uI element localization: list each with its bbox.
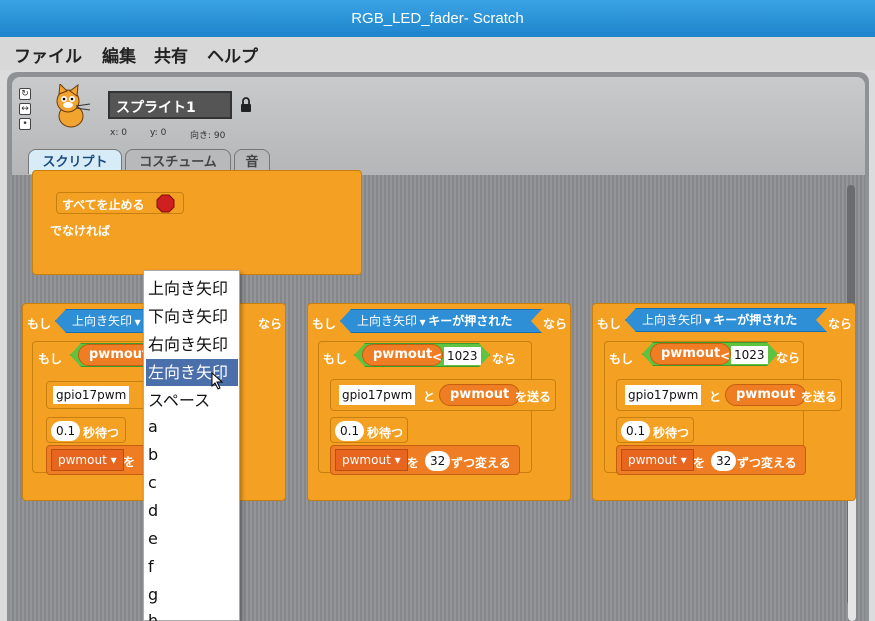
then-label-2: なら: [543, 317, 568, 331]
menu-help[interactable]: ヘルプ: [207, 42, 258, 67]
change-var-block-2[interactable]: pwmout ▾ を 32 ずつ変える: [330, 445, 520, 475]
wait-block-2[interactable]: 0.1 秒待つ: [330, 417, 408, 443]
dropdown-item-g[interactable]: g: [146, 581, 238, 608]
rotate-all-icon[interactable]: ↻: [19, 88, 31, 100]
flip-horizontal-icon[interactable]: ↔: [19, 103, 31, 115]
stop-all-block[interactable]: すべてを止める: [56, 192, 184, 214]
then-label-1: なら: [258, 317, 283, 331]
dropdown-item-b[interactable]: b: [146, 441, 238, 468]
window-title: RGB_LED_fader- Scratch: [0, 0, 875, 37]
broadcast-block-2[interactable]: gpio17pwm と pwmout を送る: [330, 379, 556, 411]
key-dropdown-menu: 上向き矢印 下向き矢印 右向き矢印 左向き矢印 スペース a b c d e f…: [143, 270, 240, 621]
wait-block-3[interactable]: 0.1 秒待つ: [616, 417, 694, 443]
sprite-y: y: 0: [150, 128, 167, 138]
sprite-cat-icon: [56, 84, 91, 128]
dropdown-item-f[interactable]: f: [146, 553, 238, 580]
script-area[interactable]: すべてを止める でなければ もし 上向き矢印 ▼ なら もし pwmout gp…: [10, 170, 865, 621]
menu-file[interactable]: ファイル: [14, 42, 82, 67]
threshold-input-2[interactable]: 1023: [444, 347, 481, 365]
menu-bar: ファイル 編集 共有 ヘルプ: [0, 37, 875, 70]
dropdown-item-down[interactable]: 下向き矢印: [146, 303, 238, 330]
if-label-3: もし: [597, 317, 622, 331]
dropdown-item-space[interactable]: スペース: [146, 387, 238, 414]
change-var-block-1[interactable]: pwmout ▾ を: [46, 445, 156, 475]
var-dropdown-1[interactable]: pwmout ▾: [51, 449, 124, 471]
dropdown-item-a[interactable]: a: [146, 413, 238, 440]
mouse-cursor-icon: [211, 372, 224, 390]
broadcast-block-3[interactable]: gpio17pwm と pwmout を送る: [616, 379, 842, 411]
threshold-input-3[interactable]: 1023: [731, 346, 768, 364]
sprite-direction: 向き: 90: [190, 131, 226, 141]
sprite-x: x: 0: [110, 128, 127, 138]
wait-block-1[interactable]: 0.1 秒待つ: [46, 417, 126, 443]
dropdown-item-up[interactable]: 上向き矢印: [146, 275, 238, 302]
dropdown-item-right[interactable]: 右向き矢印: [146, 331, 238, 358]
sprite-name-field[interactable]: スプライト1: [108, 91, 232, 119]
change-var-block-3[interactable]: pwmout ▾ を 32 ずつ変える: [616, 445, 806, 475]
if-label-2: もし: [312, 317, 337, 331]
no-rotate-icon[interactable]: •: [19, 118, 31, 130]
key-pressed-condition-3[interactable]: 上向き矢印 ▼ キーが押された: [625, 308, 827, 332]
dropdown-item-c[interactable]: c: [146, 469, 238, 496]
menu-edit[interactable]: 編集: [102, 42, 136, 67]
then-label-3: なら: [828, 317, 853, 331]
if-label-1: もし: [27, 317, 52, 331]
stop-sign-icon: [156, 194, 175, 213]
broadcast-name-1[interactable]: gpio17pwm: [53, 386, 130, 404]
dropdown-item-d[interactable]: d: [146, 497, 238, 524]
dropdown-item-e[interactable]: e: [146, 525, 238, 552]
else-label: でなければ: [50, 224, 111, 238]
lock-icon[interactable]: [240, 97, 252, 113]
key-pressed-condition-2[interactable]: 上向き矢印 ▼ キーが押された: [340, 309, 542, 333]
inner-if-label-1: もし: [38, 352, 63, 366]
dropdown-item-h[interactable]: h: [146, 607, 238, 621]
menu-share[interactable]: 共有: [154, 42, 188, 67]
